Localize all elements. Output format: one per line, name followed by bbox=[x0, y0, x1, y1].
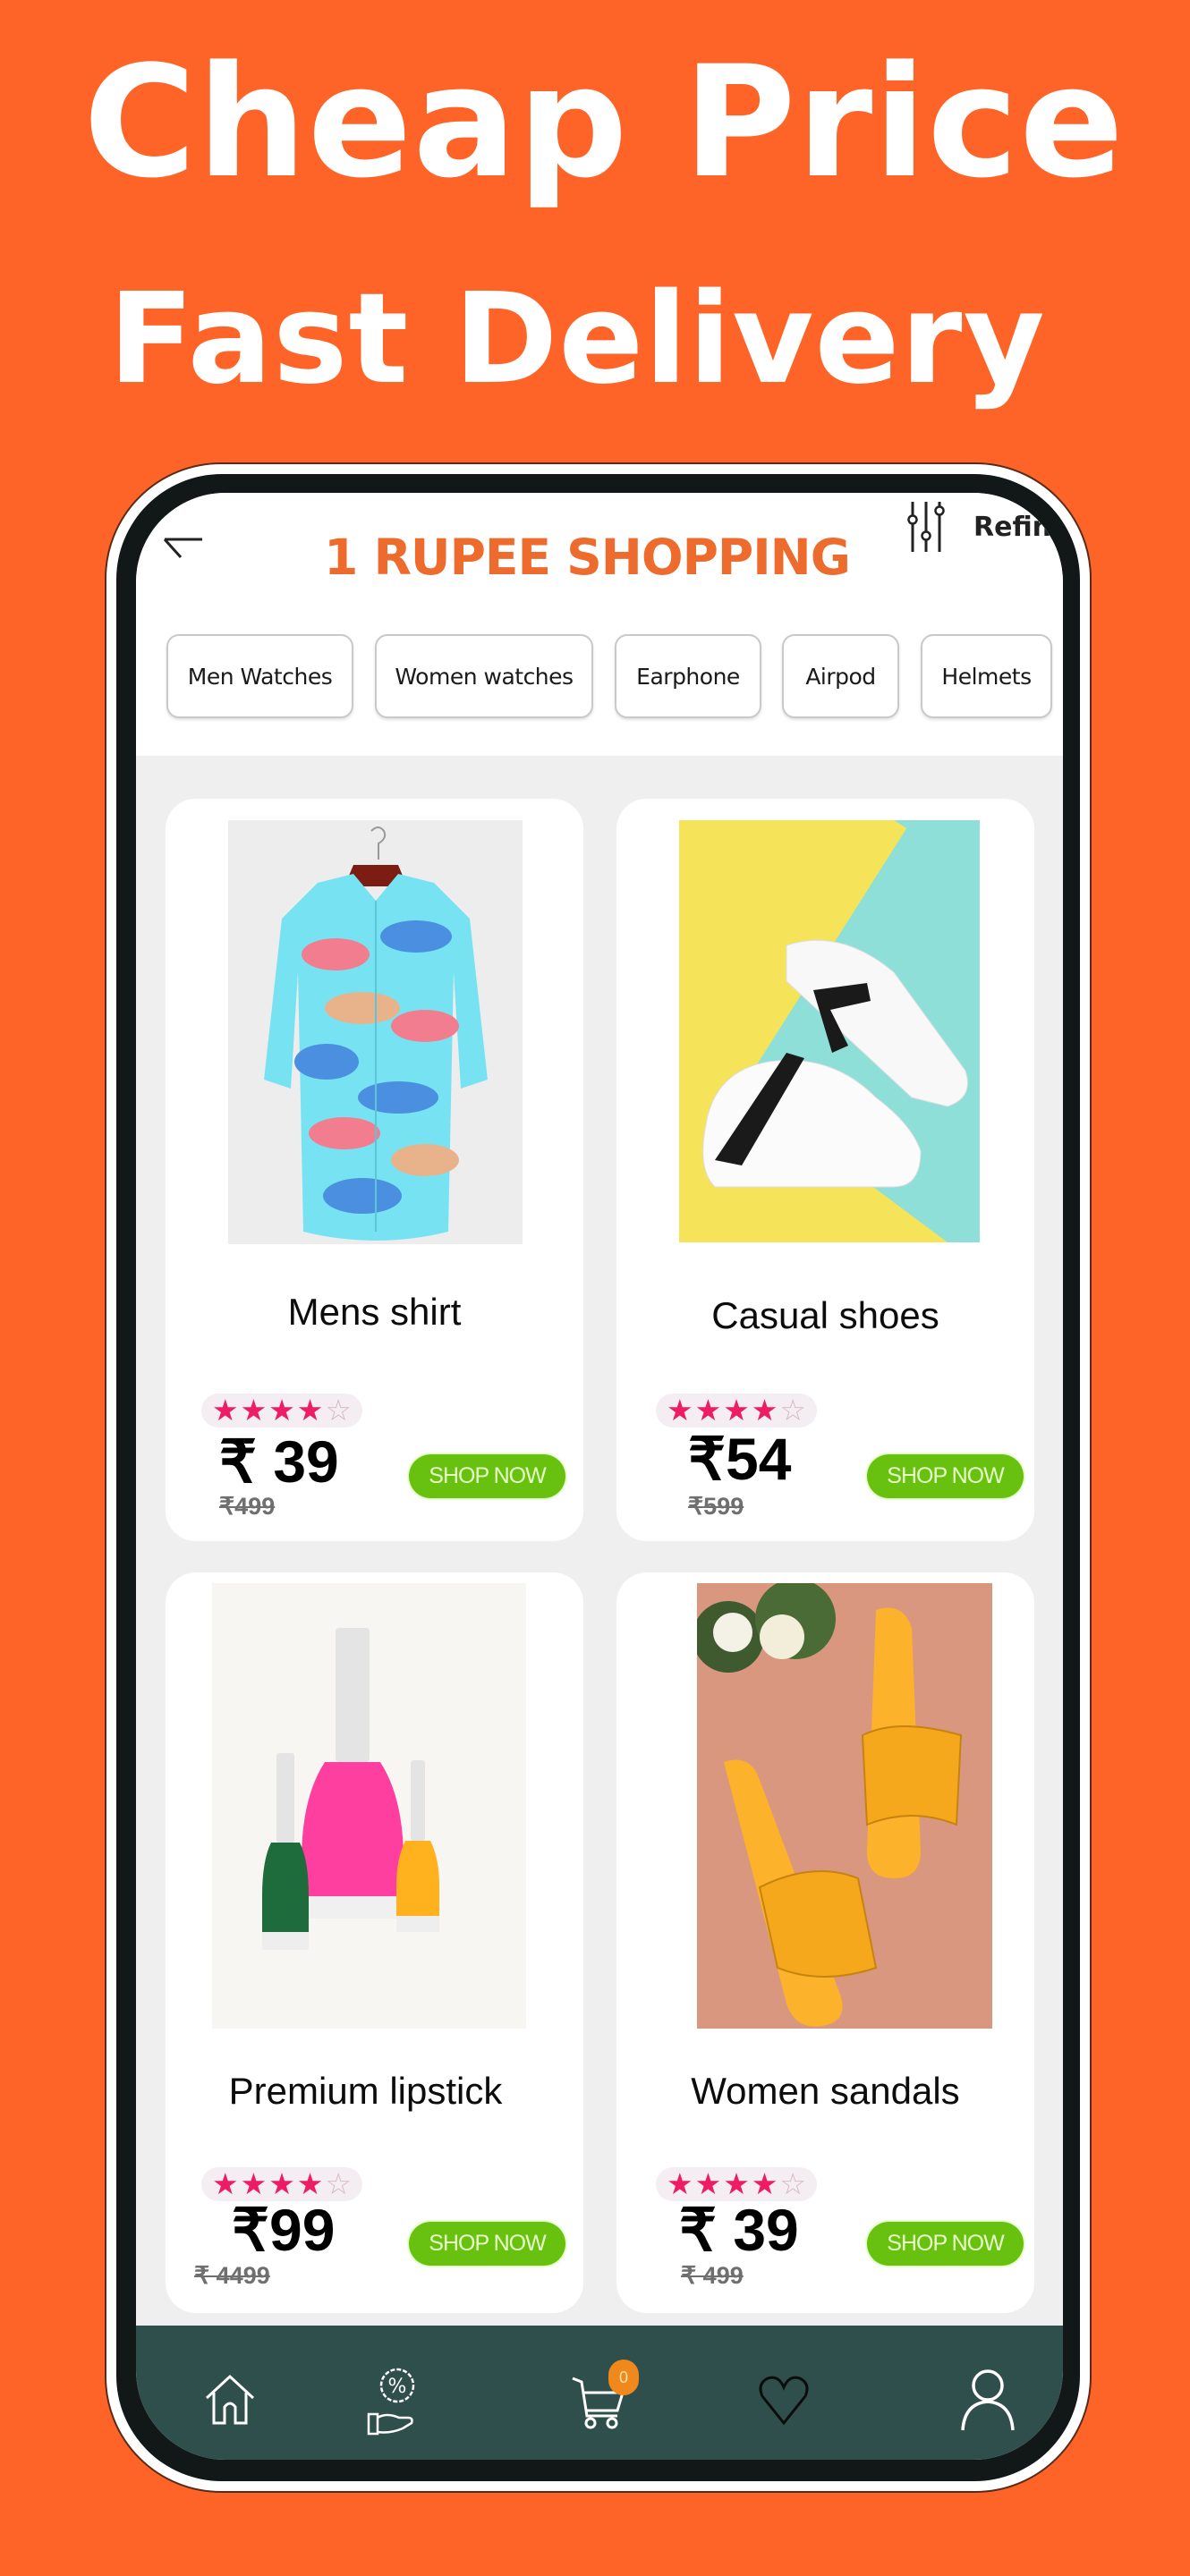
shoes-illustration bbox=[702, 820, 980, 1242]
product-old-price: ₹599 bbox=[688, 1493, 744, 1520]
nail-polish-illustration bbox=[262, 1628, 439, 1950]
chip-women-watches[interactable]: Women watches bbox=[375, 634, 593, 718]
shop-now-button[interactable]: SHOP NOW bbox=[867, 1454, 1024, 1498]
product-name[interactable]: Women sandals bbox=[616, 2070, 1034, 2113]
sandals-illustration bbox=[697, 1583, 963, 2027]
nav-cart[interactable]: 0 bbox=[564, 2360, 639, 2440]
bottom-nav: % 0 bbox=[136, 2326, 1063, 2460]
shop-now-button[interactable]: SHOP NOW bbox=[409, 1454, 565, 1498]
product-price: ₹54 bbox=[688, 1426, 792, 1492]
nav-offers[interactable]: % bbox=[359, 2360, 430, 2440]
chip-airpod[interactable]: Airpod bbox=[782, 634, 899, 718]
heart-icon bbox=[759, 2376, 809, 2426]
shop-now-button[interactable]: SHOP NOW bbox=[409, 2222, 565, 2266]
star-empty-icon: ☆ bbox=[325, 1394, 352, 1427]
app-header: 1 RUPEE SHOPPING Refine Men Watches Wome… bbox=[136, 493, 1063, 756]
svg-text:%: % bbox=[388, 2376, 407, 2398]
chip-helmets[interactable]: Helmets bbox=[921, 634, 1052, 718]
product-old-price: ₹499 bbox=[219, 1493, 276, 1520]
product-price: ₹99 bbox=[232, 2197, 336, 2263]
product-name[interactable]: Casual shoes bbox=[616, 1294, 1034, 1337]
product-price: ₹ 39 bbox=[219, 1428, 339, 1495]
product-price: ₹ 39 bbox=[679, 2197, 799, 2263]
star-icon: ★ bbox=[723, 1394, 750, 1427]
refine-label: Refine bbox=[973, 511, 1063, 543]
nail-polish-image[interactable] bbox=[212, 1583, 526, 2029]
shirt-illustration bbox=[264, 826, 488, 1241]
shoes-image[interactable] bbox=[679, 820, 980, 1242]
refine-button[interactable]: Refine bbox=[907, 500, 1063, 554]
home-icon bbox=[205, 2374, 255, 2425]
sandals-image[interactable] bbox=[697, 1583, 992, 2029]
shirt-image[interactable] bbox=[228, 820, 523, 1244]
star-icon: ★ bbox=[694, 1394, 722, 1427]
star-icon: ★ bbox=[296, 1394, 324, 1427]
star-icon: ★ bbox=[667, 1394, 693, 1427]
product-card[interactable]: Women sandals ★ ★ ★ ★ ☆ ₹ 39 ₹ 499 SHOP … bbox=[616, 1572, 1034, 2313]
rating-stars: ★ ★ ★ ★ ☆ bbox=[656, 1394, 817, 1428]
star-icon: ★ bbox=[751, 1394, 778, 1427]
product-name[interactable]: Premium lipstick bbox=[157, 2070, 574, 2113]
product-card[interactable]: Mens shirt ★ ★ ★ ★ ☆ ₹ 39 ₹499 SHOP NOW bbox=[166, 799, 583, 1541]
nav-profile[interactable] bbox=[952, 2360, 1024, 2440]
phone-screen: 1 RUPEE SHOPPING Refine Men Watches Wome… bbox=[136, 493, 1063, 2460]
chip-men-watches[interactable]: Men Watches bbox=[166, 634, 353, 718]
chip-earphone[interactable]: Earphone bbox=[615, 634, 761, 718]
banner-subheadline: Fast Delivery bbox=[108, 267, 1046, 412]
star-empty-icon: ☆ bbox=[779, 1394, 806, 1427]
banner-headline: Cheap Price bbox=[83, 32, 1125, 212]
star-icon: ★ bbox=[212, 1394, 239, 1427]
product-name[interactable]: Mens shirt bbox=[166, 1291, 583, 1334]
rating-stars: ★ ★ ★ ★ ☆ bbox=[201, 1394, 362, 1428]
star-icon: ★ bbox=[240, 1394, 268, 1427]
category-chips: Men Watches Women watches Earphone Airpo… bbox=[136, 634, 1063, 718]
shop-now-button[interactable]: SHOP NOW bbox=[867, 2222, 1024, 2266]
cart-badge: 0 bbox=[608, 2360, 639, 2395]
nav-wishlist[interactable] bbox=[748, 2360, 820, 2440]
product-card[interactable]: Premium lipstick ★ ★ ★ ★ ☆ ₹99 ₹ 4499 SH… bbox=[166, 1572, 583, 2313]
offers-icon: % bbox=[367, 2368, 415, 2436]
sliders-icon bbox=[907, 502, 945, 552]
product-old-price: ₹ 4499 bbox=[194, 2262, 270, 2289]
product-old-price: ₹ 499 bbox=[681, 2262, 744, 2289]
app-title: 1 RUPEE SHOPPING bbox=[324, 529, 851, 586]
nav-home[interactable] bbox=[194, 2360, 266, 2440]
product-card[interactable]: Casual shoes ★ ★ ★ ★ ☆ ₹54 ₹599 SHOP NOW bbox=[616, 799, 1034, 1541]
profile-icon bbox=[961, 2369, 1015, 2431]
star-icon: ★ bbox=[268, 1394, 295, 1427]
